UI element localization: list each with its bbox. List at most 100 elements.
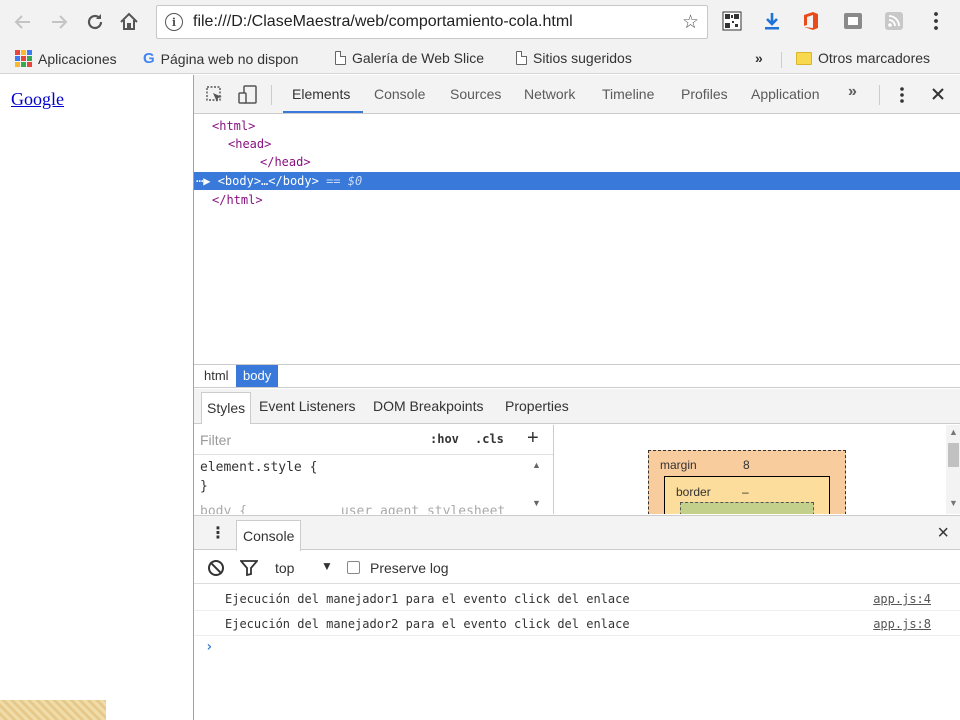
subtab-dom-breakpoints[interactable]: DOM Breakpoints [373, 398, 483, 414]
sidebar-tabs: Styles Event Listeners DOM Breakpoints P… [194, 389, 960, 424]
qr-code-icon[interactable] [722, 11, 742, 31]
bookmark-label: Galería de Web Slice [352, 50, 485, 66]
kebab-menu-icon[interactable] [926, 11, 946, 31]
style-rule-ua[interactable]: body { user agent stylesheet [200, 504, 505, 514]
subtab-properties[interactable]: Properties [505, 398, 569, 414]
console-prompt[interactable]: › [205, 639, 213, 655]
cast-icon[interactable] [843, 11, 863, 31]
tab-elements[interactable]: Elements [292, 86, 350, 102]
inspect-element-icon[interactable] [206, 86, 224, 104]
box-model-scrollbar[interactable]: ▲ ▼ [946, 425, 960, 514]
drawer-menu-icon[interactable]: ⋮ [210, 523, 226, 543]
expand-triangle-icon[interactable]: ▶ [203, 174, 210, 188]
bookmark-other-label: Otros marcadores [818, 50, 931, 66]
scroll-up-icon[interactable]: ▲ [949, 427, 958, 437]
dom-node[interactable]: </head> [194, 153, 960, 171]
drawer-tab-console[interactable]: Console [236, 520, 302, 551]
address-bar[interactable]: i file:///D:/ClaseMaestra/web/comportami… [156, 5, 708, 39]
bookmark-item[interactable]: Galería de Web Slice [335, 50, 484, 66]
back-button[interactable] [8, 7, 38, 37]
info-icon[interactable]: i [165, 13, 183, 31]
breadcrumb-body[interactable]: body [236, 365, 279, 387]
scroll-up-icon[interactable]: ▲ [532, 460, 546, 470]
dom-node[interactable]: <head> [194, 135, 960, 153]
dom-node[interactable]: <html> [194, 117, 960, 135]
style-rule-end: } [200, 479, 208, 494]
active-tab-indicator [283, 111, 363, 113]
styles-filter-input[interactable]: Filter [200, 432, 231, 448]
page-icon [335, 51, 346, 65]
chevron-down-icon[interactable]: ▼ [321, 559, 333, 573]
tab-console[interactable]: Console [374, 86, 425, 102]
dom-node[interactable]: </html> [194, 191, 960, 209]
devtools-tabbar: Elements Console Sources Network Timelin… [194, 75, 960, 114]
tab-application[interactable]: Application [751, 86, 820, 102]
bookmarks-bar: Aplicaciones G Página web no dispon Gale… [0, 44, 960, 74]
close-devtools-icon[interactable] [931, 87, 945, 101]
bookmark-apps[interactable]: Aplicaciones [15, 50, 117, 67]
console-message-text: Ejecución del manejador2 para el evento … [225, 617, 630, 631]
scrollbar-thumb[interactable] [948, 443, 959, 467]
dom-tree: <html> <head> </head> ⋯▶ <body>…</body> … [194, 115, 960, 363]
home-icon [120, 12, 138, 30]
arrow-left-icon [14, 15, 30, 29]
margin-label: margin [660, 458, 697, 472]
console-message-source[interactable]: app.js:4 [873, 592, 931, 606]
border-label: border [676, 485, 711, 499]
devtools-menu-icon[interactable] [897, 86, 907, 104]
tab-timeline[interactable]: Timeline [602, 86, 654, 102]
office-icon[interactable] [801, 11, 821, 31]
html-close-tag: </html> [212, 193, 263, 207]
forward-button[interactable] [44, 7, 74, 37]
scroll-down-icon[interactable]: ▼ [532, 498, 546, 508]
rss-icon[interactable] [884, 11, 904, 31]
close-drawer-icon[interactable]: × [937, 522, 949, 545]
breadcrumb-html[interactable]: html [197, 365, 236, 387]
style-rule-selector[interactable]: element.style { [200, 460, 317, 475]
preserve-log-checkbox[interactable] [347, 561, 360, 574]
arrow-right-icon [52, 15, 68, 29]
bookmarks-overflow-button[interactable]: » [755, 50, 763, 66]
dom-node-selected[interactable]: ⋯▶ <body>…</body> == $0 [194, 172, 960, 190]
filter-icon[interactable] [240, 560, 258, 576]
console-message-source[interactable]: app.js:8 [873, 617, 931, 631]
console-message-text: Ejecución del manejador1 para el evento … [225, 592, 630, 606]
browser-toolbar: i file:///D:/ClaseMaestra/web/comportami… [0, 0, 960, 44]
bookmark-label: Página web no dispon [160, 50, 299, 67]
subtab-event-listeners[interactable]: Event Listeners [259, 398, 356, 414]
bookmark-item[interactable]: Sitios sugeridos [516, 50, 632, 66]
console-ref: == $0 [318, 174, 363, 188]
bookmark-item[interactable]: G Página web no dispon [143, 50, 298, 67]
bookmarks-divider [781, 52, 782, 68]
more-tabs-button[interactable]: » [848, 83, 857, 101]
device-toolbar-icon[interactable] [238, 85, 258, 105]
reload-button[interactable] [80, 7, 110, 37]
html-open-tag: <html> [212, 119, 256, 133]
border-value[interactable]: – [742, 485, 749, 499]
styles-filter-row: Filter :hov .cls + [194, 425, 553, 455]
margin-value[interactable]: 8 [743, 458, 750, 472]
console-drawer-header: ⋮ Console × [194, 515, 960, 551]
decorative-corner [0, 700, 106, 720]
subtab-styles[interactable]: Styles [201, 392, 252, 424]
google-link[interactable]: Google [11, 89, 64, 110]
scroll-down-icon[interactable]: ▼ [949, 498, 958, 508]
star-icon[interactable]: ☆ [682, 11, 699, 34]
clear-console-icon[interactable] [208, 560, 224, 576]
box-model-padding[interactable] [680, 502, 814, 514]
home-button[interactable] [114, 7, 144, 37]
class-toggle[interactable]: .cls [475, 432, 504, 446]
url-text[interactable]: file:///D:/ClaseMaestra/web/comportamien… [193, 13, 573, 31]
apps-grid-icon [15, 50, 32, 67]
tab-network[interactable]: Network [524, 86, 575, 102]
download-icon[interactable] [762, 11, 782, 31]
hover-state-toggle[interactable]: :hov [430, 432, 459, 446]
context-selector[interactable]: top [275, 560, 294, 576]
page-icon [516, 51, 527, 65]
google-g-icon: G [143, 50, 155, 67]
tab-profiles[interactable]: Profiles [681, 86, 728, 102]
bookmark-other-folder[interactable]: Otros marcadores [796, 50, 930, 66]
tab-sources[interactable]: Sources [450, 86, 501, 102]
add-rule-button[interactable]: + [527, 427, 539, 450]
page-viewport: Google [0, 75, 193, 720]
